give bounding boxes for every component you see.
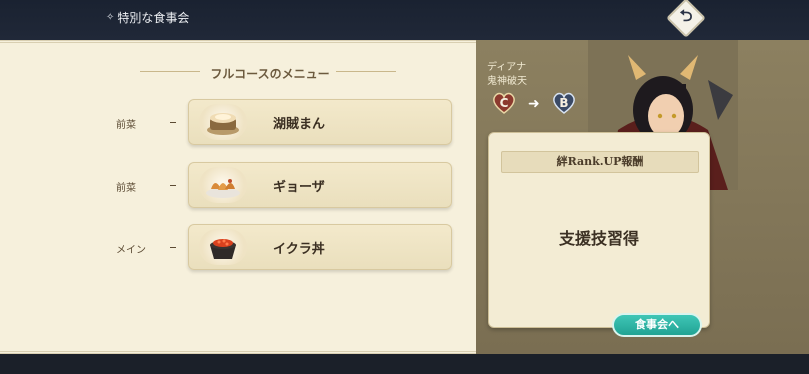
go-to-meal-button[interactable]: 食事会へ [612, 313, 702, 337]
reward-header: 絆Rank.UP報酬 [501, 151, 699, 173]
header-flourish-right [336, 71, 396, 72]
salmon-roe-bowl-icon [199, 229, 247, 265]
full-course-menu-panel: フルコースのメニュー 前菜 湖賊まん 前菜 ギョーザ メイン イクラ丼 [0, 40, 476, 354]
sparkle-icon: ✧ [106, 12, 115, 23]
dish-name: ギョーザ [273, 180, 325, 195]
rank-from-heart-icon: C [493, 92, 515, 114]
character-title: 鬼神破天 [487, 76, 527, 87]
reward-card: 絆Rank.UP報酬 支援技習得 [488, 132, 710, 328]
steamed-bun-icon [199, 104, 247, 140]
menu-heading: フルコースのメニュー [210, 67, 330, 81]
rank-to-label: B [559, 96, 569, 110]
character-name: ディアナ [487, 62, 527, 73]
dash-divider [170, 122, 176, 123]
reward-text: 支援技習得 [558, 229, 639, 248]
dish-name: 湖賊まん [273, 117, 326, 132]
screen-title: ✧ 特別な食事会 [106, 9, 189, 26]
dumplings-icon [199, 167, 247, 203]
top-bar: ✧ 特別な食事会 ⮌ [0, 0, 809, 40]
return-arrow-icon: ⮌ [679, 5, 693, 25]
arrow-right-icon: ➜ [528, 96, 540, 112]
dash-divider [170, 247, 176, 248]
course-label: 前菜 [116, 183, 136, 194]
dish-card[interactable]: ギョーザ [188, 162, 452, 208]
back-button[interactable]: ⮌ [666, 0, 706, 38]
dish-card[interactable]: 湖賊まん [188, 99, 452, 145]
dash-divider [170, 185, 176, 186]
dish-name: イクラ丼 [273, 242, 325, 257]
bottom-bar [0, 354, 809, 374]
rank-from-label: C [499, 96, 509, 110]
dish-card[interactable]: イクラ丼 [188, 224, 452, 270]
course-label: 前菜 [116, 120, 136, 131]
course-label: メイン [116, 245, 146, 256]
rank-to-heart-icon: B [553, 92, 575, 114]
screen-title-text: 特別な食事会 [117, 11, 190, 25]
